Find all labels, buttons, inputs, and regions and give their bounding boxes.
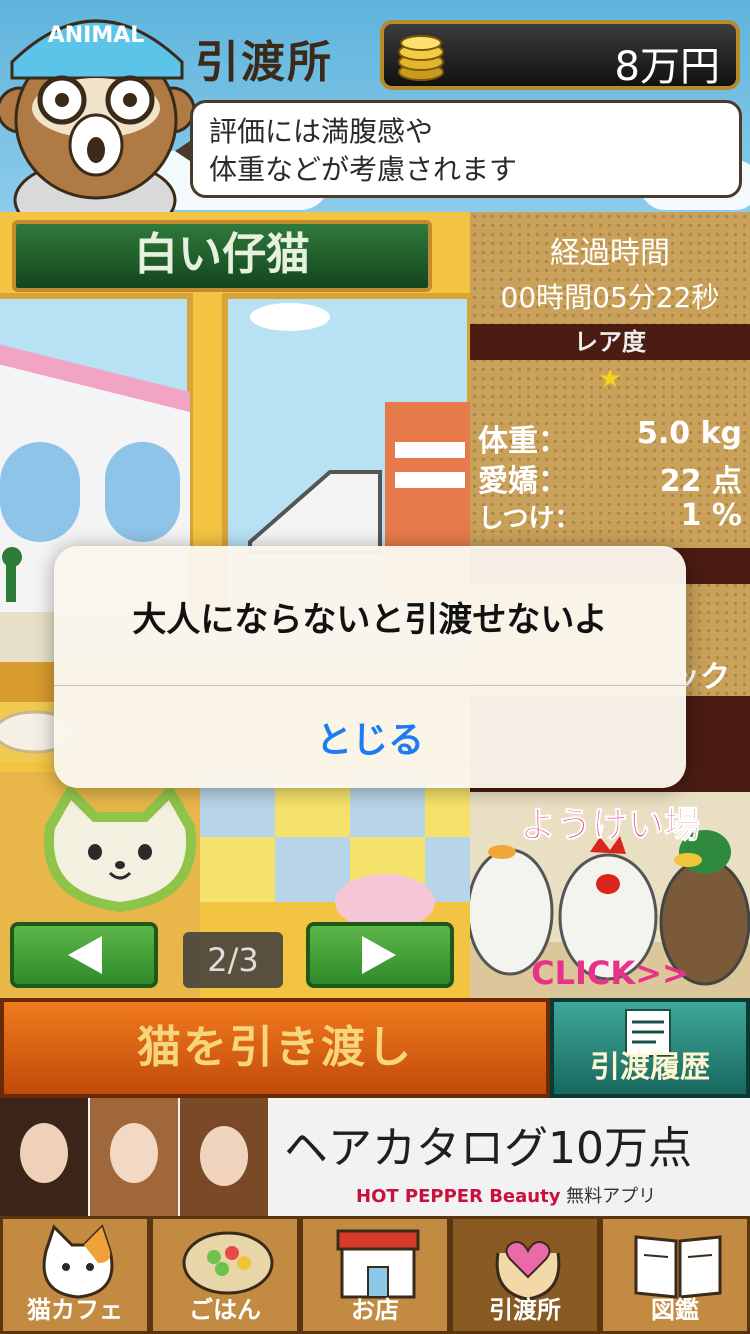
alert-close-button[interactable]: とじる xyxy=(54,686,686,788)
alert-message: 大人にならないと引渡せないよ xyxy=(132,600,608,640)
alert-dialog: 大人にならないと引渡せないよ とじる xyxy=(54,546,686,788)
